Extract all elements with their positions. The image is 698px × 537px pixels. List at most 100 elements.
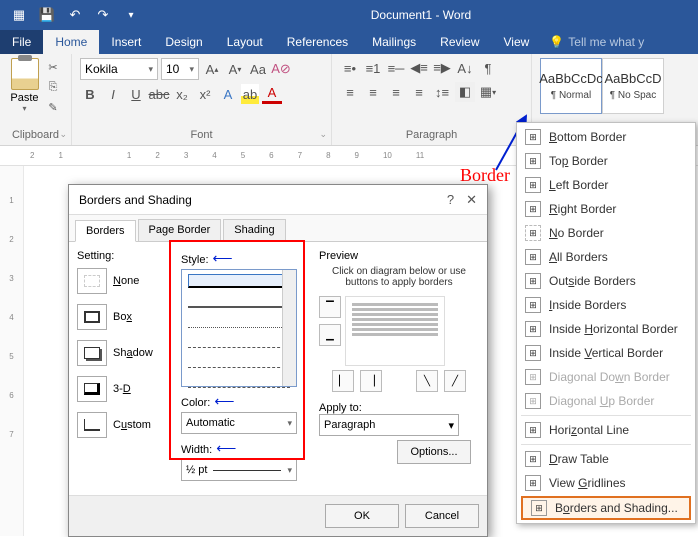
border-menu-icon: ⊞: [525, 177, 541, 193]
align-left-button[interactable]: ≡: [340, 82, 360, 102]
subscript-button[interactable]: x₂: [172, 84, 192, 104]
preview-diag2-button[interactable]: ╱: [444, 370, 466, 392]
word-app-icon[interactable]: ▦: [6, 2, 32, 28]
border-menu-item-7[interactable]: ⊞Inside Borders: [517, 293, 695, 317]
vertical-ruler[interactable]: 1234567: [0, 166, 24, 536]
border-menu-item-1[interactable]: ⊞Top Border: [517, 149, 695, 173]
tab-references[interactable]: References: [275, 30, 360, 54]
copy-button[interactable]: ⎘: [43, 78, 63, 96]
border-menu-label: Inside Horizontal Border: [549, 322, 678, 336]
border-menu-label: Draw Table: [549, 452, 609, 466]
ok-button[interactable]: OK: [325, 504, 399, 528]
bullets-button[interactable]: ≡•: [340, 58, 360, 78]
setting-none[interactable]: None: [77, 268, 173, 294]
justify-button[interactable]: ≡: [409, 82, 429, 102]
paste-button[interactable]: Paste ▾: [8, 58, 41, 113]
tab-design[interactable]: Design: [153, 30, 214, 54]
preview-left-button[interactable]: ▏: [332, 370, 354, 392]
border-menu-item-13[interactable]: ⊞Draw Table: [517, 447, 695, 471]
preview-top-button[interactable]: ▔: [319, 296, 341, 318]
style-normal[interactable]: AaBbCcDc ¶ Normal: [540, 58, 602, 114]
borders-shading-dialog: Borders and Shading ? ✕ Borders Page Bor…: [68, 184, 488, 537]
apply-to-combo[interactable]: Paragraph▾: [319, 414, 459, 436]
border-menu-icon: ⊞: [525, 321, 541, 337]
font-size-combo[interactable]: 10▾: [161, 58, 199, 80]
border-menu-item-6[interactable]: ⊞Outside Borders: [517, 269, 695, 293]
superscript-button[interactable]: x²: [195, 84, 215, 104]
tab-home[interactable]: Home: [43, 30, 99, 54]
setting-label: Setting:: [77, 250, 173, 262]
dialog-close-button[interactable]: ✕: [466, 192, 477, 208]
shrink-font-button[interactable]: A▾: [225, 59, 245, 79]
strikethrough-button[interactable]: abc: [149, 84, 169, 104]
border-menu-item-15[interactable]: ⊞Borders and Shading...: [521, 496, 691, 520]
borders-button[interactable]: ▦▾: [478, 82, 498, 102]
tab-review[interactable]: Review: [428, 30, 491, 54]
border-menu-item-14[interactable]: ⊞View Gridlines: [517, 471, 695, 495]
border-menu-item-9[interactable]: ⊞Inside Vertical Border: [517, 341, 695, 365]
qat-customize-icon[interactable]: ▾: [118, 2, 144, 28]
border-menu-item-3[interactable]: ⊞Right Border: [517, 197, 695, 221]
highlight-button[interactable]: ab: [241, 84, 259, 104]
dialog-tab-page[interactable]: Page Border: [138, 219, 222, 241]
border-menu-item-12[interactable]: ⊞Horizontal Line: [517, 418, 695, 442]
shading-button[interactable]: ◧: [455, 82, 475, 102]
multilevel-button[interactable]: ≡─: [386, 58, 406, 78]
cancel-button[interactable]: Cancel: [405, 504, 479, 528]
dialog-tab-borders[interactable]: Borders: [75, 220, 136, 242]
redo-button[interactable]: ↷: [90, 2, 116, 28]
border-menu-icon: ⊞: [525, 475, 541, 491]
border-menu-item-2[interactable]: ⊞ Left Border: [517, 173, 695, 197]
italic-button[interactable]: I: [103, 84, 123, 104]
border-menu-label: Left Border: [549, 178, 608, 192]
format-painter-button[interactable]: ✎: [43, 98, 63, 116]
bold-button[interactable]: B: [80, 84, 100, 104]
numbering-button[interactable]: ≡1: [363, 58, 383, 78]
tab-insert[interactable]: Insert: [99, 30, 153, 54]
tab-file[interactable]: File: [0, 30, 43, 54]
preview-right-button[interactable]: ▕: [360, 370, 382, 392]
clipboard-group-label: Clipboard: [8, 129, 63, 143]
clear-format-button[interactable]: A⊘: [271, 59, 291, 79]
dialog-help-button[interactable]: ?: [447, 192, 454, 208]
increase-indent-button[interactable]: ≡▶: [432, 58, 452, 78]
color-combo[interactable]: Automatic▾: [181, 412, 297, 434]
border-menu-item-8[interactable]: ⊞ Inside Horizontal Border: [517, 317, 695, 341]
preview-diagram[interactable]: [345, 296, 445, 366]
cut-button[interactable]: ✂: [43, 58, 63, 76]
decrease-indent-button[interactable]: ◀≡: [409, 58, 429, 78]
preview-diag1-button[interactable]: ╲: [416, 370, 438, 392]
change-case-button[interactable]: Aa: [248, 59, 268, 79]
grow-font-button[interactable]: A▴: [202, 59, 222, 79]
show-marks-button[interactable]: ¶: [478, 58, 498, 78]
style-nospace[interactable]: AaBbCcD ¶ No Spac: [602, 58, 664, 114]
border-menu-item-4[interactable]: ⊞No Border: [517, 221, 695, 245]
underline-button[interactable]: U: [126, 84, 146, 104]
setting-box[interactable]: Box: [77, 304, 173, 330]
style-list[interactable]: [181, 269, 297, 387]
align-right-button[interactable]: ≡: [386, 82, 406, 102]
dialog-title-bar[interactable]: Borders and Shading ? ✕: [69, 185, 487, 215]
options-button[interactable]: Options...: [397, 440, 471, 464]
setting-shadow[interactable]: Shadow: [77, 340, 173, 366]
align-center-button[interactable]: ≡: [363, 82, 383, 102]
text-effects-button[interactable]: A: [218, 84, 238, 104]
tab-view[interactable]: View: [492, 30, 542, 54]
preview-bottom-button[interactable]: ▁: [319, 324, 341, 346]
tab-mailings[interactable]: Mailings: [360, 30, 428, 54]
font-name-combo[interactable]: Kokila▾: [80, 58, 158, 80]
border-menu-item-5[interactable]: ⊞All Borders: [517, 245, 695, 269]
dialog-tab-shading[interactable]: Shading: [223, 219, 285, 241]
tab-layout[interactable]: Layout: [215, 30, 275, 54]
border-menu-item-0[interactable]: ⊞Bottom Border: [517, 125, 695, 149]
font-color-button[interactable]: A: [262, 84, 282, 104]
setting-3d[interactable]: 3-D: [77, 376, 173, 402]
save-button[interactable]: 💾: [34, 2, 60, 28]
tell-me[interactable]: 💡Tell me what y: [541, 30, 644, 54]
sort-button[interactable]: A↓: [455, 58, 475, 78]
line-spacing-button[interactable]: ↕≡: [432, 82, 452, 102]
style-scrollbar[interactable]: [282, 270, 296, 386]
setting-custom[interactable]: Custom: [77, 412, 173, 438]
width-combo[interactable]: ½ pt▾: [181, 459, 297, 481]
undo-button[interactable]: ↶: [62, 2, 88, 28]
